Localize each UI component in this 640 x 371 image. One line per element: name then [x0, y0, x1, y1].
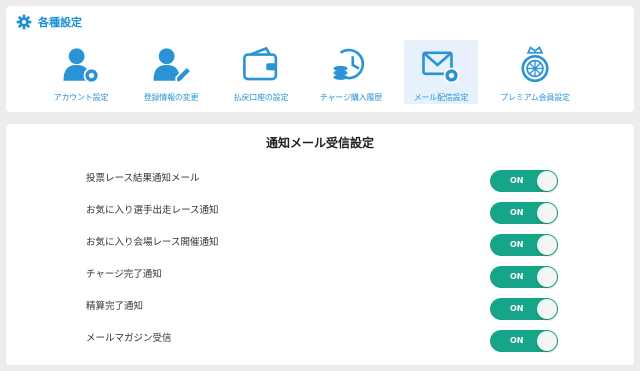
toggle-state: ON	[510, 336, 524, 345]
nav-account-settings[interactable]: アカウント設定	[44, 40, 118, 104]
setting-label: チャージ完了通知	[86, 269, 162, 280]
toggle-knob	[537, 171, 557, 191]
user-gear-icon	[63, 48, 100, 84]
wallet-icon	[243, 46, 278, 81]
setting-row: メールマガジン受信 ON	[6, 328, 634, 352]
history-coins-icon	[333, 48, 365, 80]
toggle-knob	[537, 267, 557, 287]
setting-row: チャージ完了通知 ON	[6, 264, 634, 288]
mail-gear-icon	[422, 51, 460, 84]
settings-nav: アカウント設定 登録情報の変更 払戻口座の設定 チャージ購入履歴 メール配信設定…	[6, 40, 634, 108]
toggle-switch[interactable]: ON	[490, 298, 558, 320]
settings-header-card: 各種設定 アカウント設定 登録情報の変更 払戻口座の設定 チャージ購入履歴 メー…	[6, 6, 634, 112]
toggle-state: ON	[510, 176, 524, 185]
toggle-knob	[537, 331, 557, 351]
nav-label: 登録情報の変更	[143, 93, 199, 102]
setting-label: 精算完了通知	[86, 301, 144, 312]
setting-row: 精算完了通知 ON	[6, 296, 634, 320]
setting-label: お気に入り会場レース開催通知	[86, 237, 219, 248]
toggle-state: ON	[510, 304, 524, 313]
toggle-switch[interactable]: ON	[490, 234, 558, 256]
toggle-state: ON	[510, 240, 524, 249]
setting-row: 投票レース結果通知メール ON	[6, 168, 634, 192]
setting-label: 投票レース結果通知メール	[86, 173, 200, 184]
setting-label: メールマガジン受信	[86, 333, 172, 344]
toggle-knob	[537, 235, 557, 255]
toggle-switch[interactable]: ON	[490, 330, 558, 352]
user-edit-icon	[153, 48, 192, 84]
toggle-knob	[537, 203, 557, 223]
nav-refund-account[interactable]: 払戻口座の設定	[224, 40, 298, 104]
setting-label: お気に入り選手出走レース通知	[86, 205, 219, 216]
setting-row: お気に入り選手出走レース通知 ON	[6, 200, 634, 224]
nav-label: メール配信設定	[413, 93, 469, 102]
nav-label: 払戻口座の設定	[233, 93, 289, 102]
page-title: 通知メール受信設定	[265, 136, 374, 150]
setting-row: お気に入り会場レース開催通知 ON	[6, 232, 634, 256]
toggle-state: ON	[510, 208, 524, 217]
toggle-switch[interactable]: ON	[490, 170, 558, 192]
nav-premium-settings[interactable]: プレミアム会員設定	[498, 40, 572, 104]
nav-label: アカウント設定	[53, 93, 109, 102]
nav-registration-edit[interactable]: 登録情報の変更	[134, 40, 208, 104]
toggle-knob	[537, 299, 557, 319]
toggle-switch[interactable]: ON	[490, 266, 558, 288]
toggle-switch[interactable]: ON	[490, 202, 558, 224]
toggle-state: ON	[510, 272, 524, 281]
nav-mail-settings[interactable]: メール配信設定	[404, 40, 478, 104]
mail-notification-card: 通知メール受信設定 投票レース結果通知メール ON お気に入り選手出走レース通知…	[6, 124, 634, 365]
nav-charge-history[interactable]: チャージ購入履歴	[314, 40, 388, 104]
gear-icon	[16, 14, 32, 30]
section-title: 各種設定	[38, 16, 82, 29]
premium-badge-icon	[521, 46, 549, 83]
nav-label: チャージ購入履歴	[319, 93, 383, 102]
settings-header: 各種設定	[16, 14, 82, 30]
nav-label: プレミアム会員設定	[500, 93, 570, 102]
